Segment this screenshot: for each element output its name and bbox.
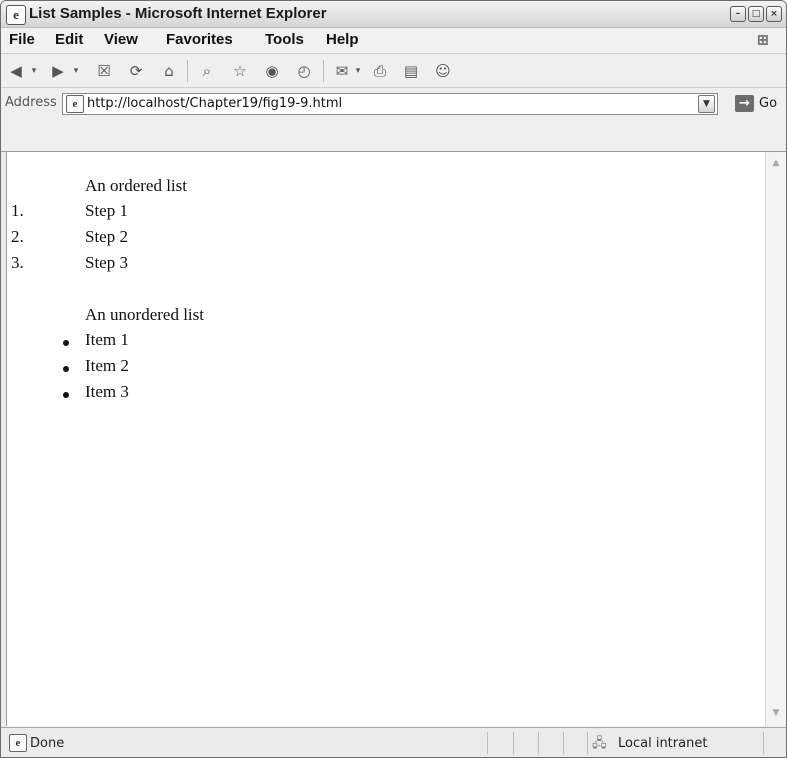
home-button[interactable]: ⌂ xyxy=(158,60,180,82)
search-icon: ⌕ xyxy=(202,62,212,80)
address-url[interactable]: http://localhost/Chapter19/fig19-9.html xyxy=(87,96,342,111)
status-divider xyxy=(587,732,588,754)
refresh-icon: ⟳ xyxy=(129,62,143,80)
toolbar-separator xyxy=(323,60,324,82)
local-intranet-icon: 🖧 xyxy=(592,736,607,751)
menu-edit[interactable]: Edit xyxy=(55,31,83,48)
status-divider xyxy=(487,732,488,754)
messenger-icon: ☺ xyxy=(435,62,451,80)
status-divider xyxy=(763,732,764,754)
page-icon: e xyxy=(66,95,84,113)
back-dropdown[interactable]: ▾ xyxy=(27,60,41,82)
browser-window: e List Samples - Microsoft Internet Expl… xyxy=(0,0,787,758)
print-button[interactable]: ⎙ xyxy=(369,60,391,82)
close-button[interactable]: × xyxy=(766,6,782,22)
maximize-icon: □ xyxy=(751,9,761,19)
chevron-down-icon: ▾ xyxy=(73,66,79,76)
favorites-icon: ☆ xyxy=(233,62,247,80)
media-button[interactable]: ◉ xyxy=(261,60,283,82)
status-divider xyxy=(538,732,539,754)
history-button[interactable]: ◴ xyxy=(293,60,315,82)
go-label[interactable]: Go xyxy=(759,96,777,111)
ie-icon: e xyxy=(6,5,26,25)
list-item-text: Item 3 xyxy=(85,382,129,401)
page-icon: e xyxy=(9,734,27,752)
list-item-text: Item 2 xyxy=(85,356,129,375)
mail-dropdown[interactable]: ▾ xyxy=(352,60,364,82)
status-bar: e Done 🖧 Local intranet xyxy=(1,727,786,757)
forward-button[interactable]: ▶ xyxy=(47,60,69,82)
forward-icon: ▶ xyxy=(52,62,64,80)
menu-view[interactable]: View xyxy=(104,31,138,48)
go-arrow-icon: → xyxy=(739,96,750,111)
maximize-button[interactable]: □ xyxy=(748,6,764,22)
bullet-icon xyxy=(63,340,69,346)
list-item-text: Step 2 xyxy=(85,227,128,246)
menu-tools[interactable]: Tools xyxy=(265,31,304,48)
vertical-scrollbar[interactable]: ▲ ▼ xyxy=(765,152,786,726)
windows-logo-icon: ⊞ xyxy=(756,30,770,49)
list-item-text: Step 1 xyxy=(85,201,128,220)
ordered-list-caption: An ordered list xyxy=(85,176,187,195)
media-icon: ◉ xyxy=(265,62,279,80)
address-dropdown-button[interactable]: ▼ xyxy=(698,95,715,113)
search-button[interactable]: ⌕ xyxy=(196,60,218,82)
edit-icon: ▤ xyxy=(403,62,419,80)
list-item-text: Item 1 xyxy=(85,330,129,349)
chevron-down-icon: ▾ xyxy=(31,66,37,76)
bullet-icon xyxy=(63,392,69,398)
edit-button[interactable]: ▤ xyxy=(400,60,422,82)
list-number: 3. xyxy=(11,253,24,272)
list-number: 2. xyxy=(11,227,24,246)
minimize-icon: – xyxy=(735,9,741,19)
home-icon: ⌂ xyxy=(164,62,174,80)
bullet-icon xyxy=(63,366,69,372)
list-number: 1. xyxy=(11,201,24,220)
scroll-up-icon[interactable]: ▲ xyxy=(769,156,783,170)
status-text: Done xyxy=(30,736,65,751)
go-button[interactable]: → xyxy=(735,95,754,112)
messenger-button[interactable]: ☺ xyxy=(432,60,454,82)
chevron-down-icon: ▼ xyxy=(703,99,710,109)
address-input[interactable]: e http://localhost/Chapter19/fig19-9.htm… xyxy=(62,93,718,115)
refresh-button[interactable]: ⟳ xyxy=(125,60,147,82)
minimize-button[interactable]: – xyxy=(730,6,746,22)
status-divider xyxy=(563,732,564,754)
toolbar-separator xyxy=(187,60,188,82)
security-zone: Local intranet xyxy=(618,736,708,751)
toolbar: ◀ ▾ ▶ ▾ ☒ ⟳ ⌂ ⌕ ☆ ◉ ◴ ✉ ▾ ⎙ ▤ ☺ xyxy=(1,54,786,88)
print-icon: ⎙ xyxy=(373,62,386,80)
status-divider xyxy=(513,732,514,754)
window-title: List Samples - Microsoft Internet Explor… xyxy=(29,5,327,22)
menu-bar: File Edit View Favorites Tools Help ⊞ xyxy=(1,28,786,54)
close-icon: × xyxy=(770,9,778,19)
menu-file[interactable]: File xyxy=(9,31,35,48)
title-bar: e List Samples - Microsoft Internet Expl… xyxy=(1,1,786,28)
forward-dropdown[interactable]: ▾ xyxy=(69,60,83,82)
address-label: Address xyxy=(5,95,57,110)
menu-favorites[interactable]: Favorites xyxy=(166,31,233,48)
favorites-button[interactable]: ☆ xyxy=(229,60,251,82)
stop-button[interactable]: ☒ xyxy=(93,60,115,82)
back-icon: ◀ xyxy=(10,62,22,80)
back-button[interactable]: ◀ xyxy=(5,60,27,82)
scroll-down-icon[interactable]: ▼ xyxy=(769,706,783,720)
mail-icon: ✉ xyxy=(335,62,349,80)
mail-button[interactable]: ✉ xyxy=(331,60,353,82)
address-bar: Address e http://localhost/Chapter19/fig… xyxy=(1,88,786,152)
unordered-list-caption: An unordered list xyxy=(85,305,204,324)
chevron-down-icon: ▾ xyxy=(355,66,361,76)
stop-icon: ☒ xyxy=(97,62,111,80)
history-icon: ◴ xyxy=(297,62,311,80)
page-content: An ordered list 1. Step 1 2. Step 2 3. S… xyxy=(6,152,765,726)
menu-help[interactable]: Help xyxy=(326,31,359,48)
list-item-text: Step 3 xyxy=(85,253,128,272)
